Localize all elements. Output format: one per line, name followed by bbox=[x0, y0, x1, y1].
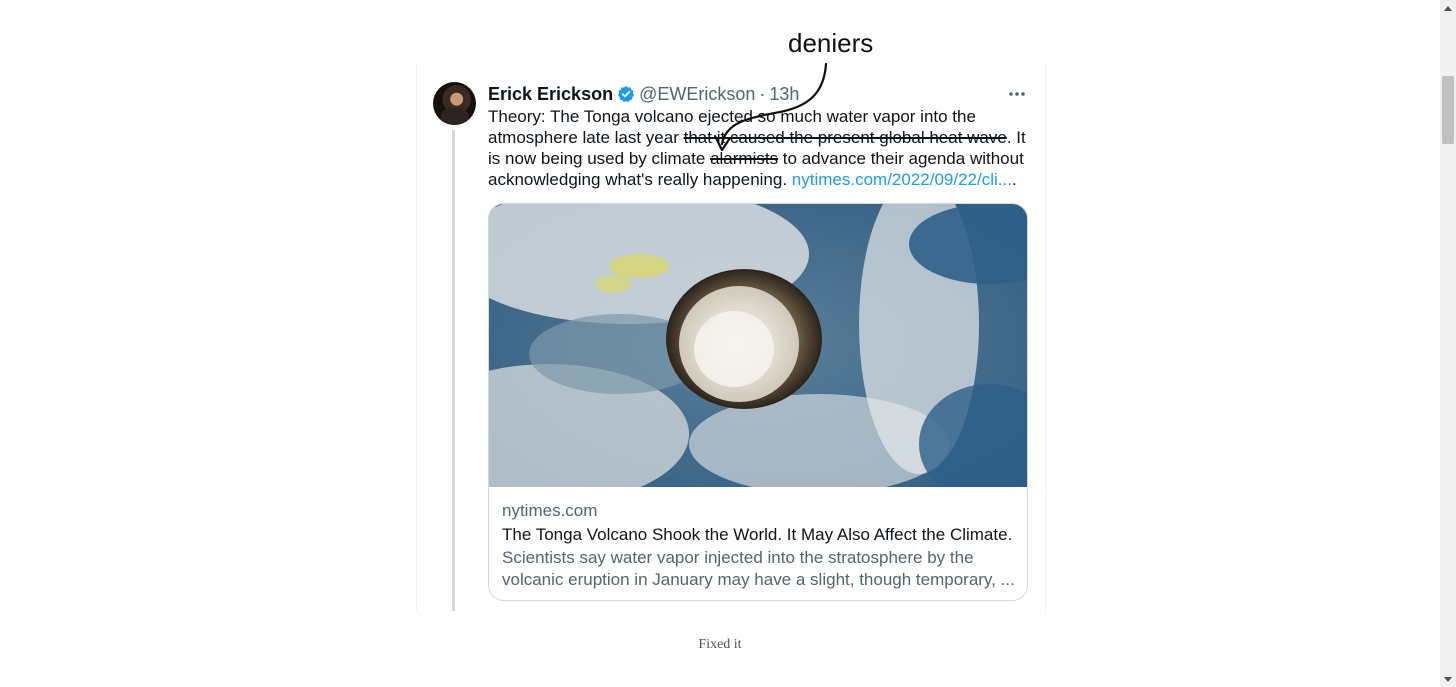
scroll-up-arrow-icon[interactable] bbox=[1440, 0, 1456, 16]
tweet-text-end: . bbox=[1011, 170, 1017, 189]
verified-badge-icon bbox=[618, 86, 635, 103]
image-caption: Fixed it bbox=[698, 637, 742, 652]
author-name[interactable]: Erick Erickson bbox=[488, 84, 613, 105]
card-description: Scientists say water vapor injected into… bbox=[502, 548, 1015, 589]
card-meta: nytimes.com The Tonga Volcano Shook the … bbox=[502, 500, 1017, 591]
vertical-scrollbar[interactable] bbox=[1440, 0, 1456, 687]
card-domain: nytimes.com bbox=[502, 501, 598, 520]
annotation-arrow-icon bbox=[713, 62, 828, 152]
link-preview-card[interactable]: nytimes.com The Tonga Volcano Shook the … bbox=[488, 203, 1028, 601]
card-title[interactable]: The Tonga Volcano Shook the World. It Ma… bbox=[502, 524, 1017, 546]
ellipsis-icon[interactable] bbox=[1006, 84, 1028, 104]
volcano-satellite-image bbox=[489, 204, 1027, 487]
article-link[interactable]: nytimes.com/2022/09/22/cli... bbox=[792, 170, 1012, 189]
author-avatar[interactable] bbox=[433, 82, 476, 125]
more-dots-icon bbox=[1009, 92, 1025, 96]
annotation-label: deniers bbox=[788, 28, 874, 58]
scroll-down-arrow-icon[interactable] bbox=[1440, 671, 1456, 687]
scrollbar-thumb[interactable] bbox=[1442, 76, 1454, 144]
thread-line bbox=[452, 130, 455, 611]
